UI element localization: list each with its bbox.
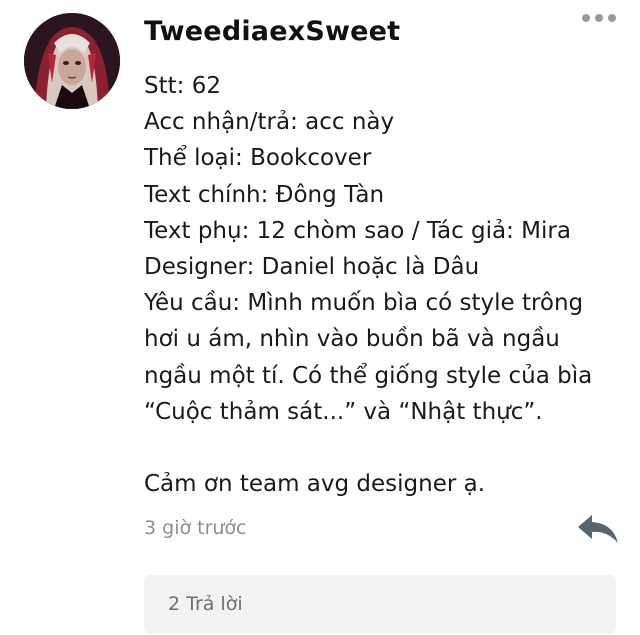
reply-arrow-icon[interactable]	[576, 512, 620, 546]
post-line: Text phụ: 12 chòm sao / Tác giả: Mira	[144, 217, 571, 244]
post-line: Cảm ơn team avg designer ạ.	[144, 471, 486, 498]
replies-button[interactable]: 2 Trả lời	[144, 575, 616, 633]
timestamp: 3 giờ trước	[144, 517, 247, 539]
post-line: Thể loại: Bookcover	[144, 145, 372, 172]
more-options-button[interactable]	[582, 14, 616, 22]
post-line: “Cuộc thảm sát...” và “Nhật thực”.	[144, 398, 543, 425]
replies-label: 2 Trả lời	[168, 593, 243, 615]
post-line: ngầu một tí. Có thể giống style của bìa	[144, 362, 593, 389]
username[interactable]: TweediaexSweet	[144, 16, 400, 47]
post-line: Acc nhận/trả: acc này	[144, 109, 395, 136]
more-dots-icon	[582, 14, 590, 22]
avatar[interactable]	[24, 13, 120, 109]
post-line: hơi u ám, nhìn vào buồn bã và ngầu	[144, 326, 560, 353]
avatar-image	[24, 13, 120, 109]
post-line: Yêu cầu: Mình muốn bìa có style trông	[144, 290, 584, 317]
more-dots-icon	[595, 14, 603, 22]
more-dots-icon	[608, 14, 616, 22]
post-line-blank	[144, 430, 614, 466]
post-line: Designer: Daniel hoặc là Dâu	[144, 254, 480, 281]
post-body: Stt: 62 Acc nhận/trả: acc này Thể loại: …	[144, 68, 614, 502]
post-line: Text chính: Đông Tàn	[144, 181, 385, 208]
post-line: Stt: 62	[144, 73, 221, 99]
